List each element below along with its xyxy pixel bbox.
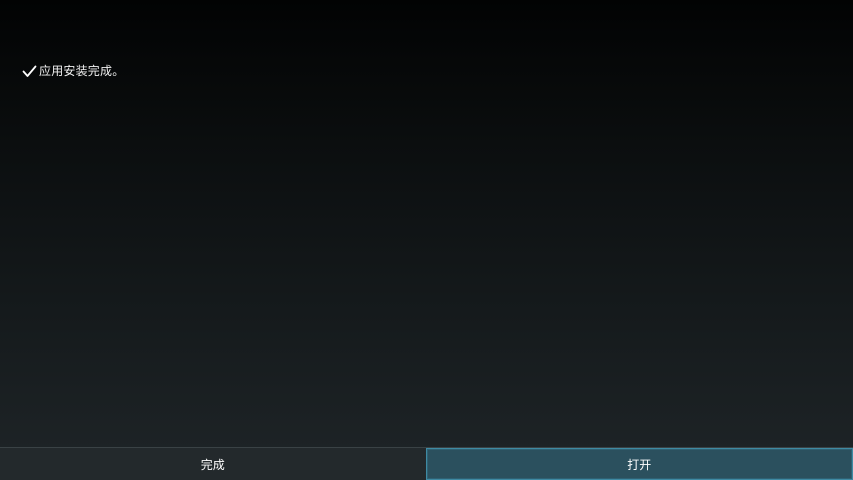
status-message: 应用安装完成。 xyxy=(39,64,125,78)
done-button[interactable]: 完成 xyxy=(0,448,426,480)
check-icon xyxy=(22,64,37,79)
open-button[interactable]: 打开 xyxy=(425,448,853,480)
button-bar: 完成 打开 xyxy=(0,447,853,480)
install-status: 应用安装完成。 xyxy=(22,62,124,80)
